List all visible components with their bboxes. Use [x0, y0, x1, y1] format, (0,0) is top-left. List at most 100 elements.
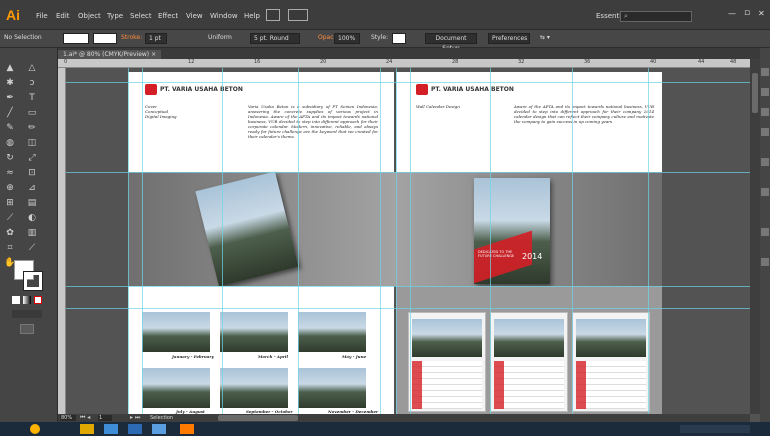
shape-builder-tool-icon[interactable]: ⊕: [4, 182, 16, 194]
panel-icon[interactable]: [761, 108, 769, 116]
guide-line[interactable]: [380, 68, 381, 414]
start-button-icon[interactable]: [30, 424, 40, 434]
symbol-sprayer-tool-icon[interactable]: ✿: [4, 227, 16, 239]
artboard-left-top[interactable]: PT. VARIA USAHA BETON Cover Conceptual D…: [128, 72, 394, 172]
minimize-button[interactable]: —: [728, 9, 736, 18]
panel-icon[interactable]: [761, 68, 769, 76]
gradient-tool-icon[interactable]: ▤: [26, 197, 38, 209]
panel-icon[interactable]: [761, 228, 769, 236]
eraser-tool-icon[interactable]: ◫: [26, 137, 38, 149]
menu-window[interactable]: Window: [210, 12, 238, 20]
scroll-thumb[interactable]: [218, 415, 298, 421]
rotate-tool-icon[interactable]: ↻: [4, 152, 16, 164]
perspective-grid-tool-icon[interactable]: ⊿: [26, 182, 38, 194]
pencil-tool-icon[interactable]: ✏: [26, 122, 38, 134]
color-mode-icon[interactable]: [12, 296, 20, 304]
guide-line[interactable]: [66, 308, 750, 309]
fill-swatch[interactable]: [63, 33, 89, 44]
close-tab-icon[interactable]: ×: [151, 51, 156, 58]
free-transform-tool-icon[interactable]: ⊡: [26, 167, 38, 179]
blend-tool-icon[interactable]: ◐: [26, 212, 38, 224]
guide-line[interactable]: [66, 172, 750, 173]
slice-tool-icon[interactable]: ⟋: [26, 242, 38, 254]
taskbar-app-icon[interactable]: [80, 424, 94, 434]
zoom-field[interactable]: 80%: [60, 415, 76, 421]
drawing-modes-icon[interactable]: [12, 310, 42, 318]
opacity-field[interactable]: 100%: [334, 33, 360, 44]
restore-button[interactable]: ▫: [744, 8, 750, 18]
menu-edit[interactable]: Edit: [56, 12, 70, 20]
magic-wand-tool-icon[interactable]: ✱: [4, 77, 16, 89]
screen-mode-icon[interactable]: [20, 324, 34, 334]
taskbar-app-icon[interactable]: [128, 424, 142, 434]
bridge-icon[interactable]: [266, 9, 280, 21]
stroke-swatch[interactable]: [93, 33, 117, 44]
selection-tool-icon[interactable]: ▲: [4, 62, 16, 74]
menu-effect[interactable]: Effect: [158, 12, 178, 20]
panel-icon[interactable]: [761, 158, 769, 166]
close-button[interactable]: ✕: [758, 9, 765, 18]
stroke-profile[interactable]: Uniform: [208, 34, 232, 41]
horizontal-scrollbar[interactable]: 80% ⏮ ◂ 1 ▸ ⏭ Selection: [58, 414, 750, 422]
panel-icon[interactable]: [761, 88, 769, 96]
guide-line[interactable]: [410, 68, 411, 414]
guide-line[interactable]: [142, 68, 143, 414]
line-tool-icon[interactable]: ╱: [4, 107, 16, 119]
panel-icon[interactable]: [761, 258, 769, 266]
mesh-tool-icon[interactable]: ⊞: [4, 197, 16, 209]
type-tool-icon[interactable]: T: [26, 92, 38, 104]
paintbrush-tool-icon[interactable]: ✎: [4, 122, 16, 134]
panel-icon[interactable]: [761, 128, 769, 136]
guide-line[interactable]: [222, 68, 223, 414]
taskbar-app-icon[interactable]: [152, 424, 166, 434]
menu-help[interactable]: Help: [244, 12, 260, 20]
artboard-right-bottom[interactable]: [396, 286, 662, 414]
gradient-mode-icon[interactable]: [23, 296, 31, 304]
scale-tool-icon[interactable]: ⤢: [26, 152, 38, 164]
guide-line[interactable]: [66, 82, 750, 83]
stroke-color-swatch[interactable]: [23, 271, 43, 291]
artboard-right-top[interactable]: PT. VARIA USAHA BETON Wall Calendar Desi…: [396, 72, 662, 172]
panel-icon[interactable]: [761, 188, 769, 196]
guide-line[interactable]: [298, 68, 299, 414]
brush-dropdown[interactable]: 5 pt. Round: [250, 33, 300, 44]
calendar-cover-photo[interactable]: DEDICATED TO THE FUTURE CHALLENGE 2014: [474, 178, 550, 284]
artboard-left-bottom[interactable]: January - February March - April May - J…: [128, 286, 394, 414]
guide-line[interactable]: [490, 68, 491, 414]
menu-object[interactable]: Object: [78, 12, 101, 20]
artboard-tool-icon[interactable]: ⌗: [4, 242, 16, 254]
direct-selection-tool-icon[interactable]: △: [26, 62, 38, 74]
none-mode-icon[interactable]: [34, 296, 42, 304]
artboard-nav-first-icon[interactable]: ⏮ ◂: [80, 414, 90, 422]
artboard-nav-next-icon[interactable]: ▸ ⏭: [130, 414, 140, 422]
menu-select[interactable]: Select: [130, 12, 152, 20]
preferences-button[interactable]: Preferences: [488, 33, 530, 44]
width-tool-icon[interactable]: ≈: [4, 167, 16, 179]
pen-tool-icon[interactable]: ✒: [4, 92, 16, 104]
document-setup-button[interactable]: Document Setup: [425, 33, 477, 52]
eyedropper-tool-icon[interactable]: ⟋: [4, 212, 16, 224]
arrange-documents-icon[interactable]: [288, 9, 308, 21]
taskbar-app-icon[interactable]: [104, 424, 118, 434]
blob-brush-tool-icon[interactable]: ◍: [4, 137, 16, 149]
canvas[interactable]: PT. VARIA USAHA BETON Cover Conceptual D…: [66, 68, 750, 414]
stroke-weight-field[interactable]: 1 pt: [145, 33, 167, 44]
stroke-label[interactable]: Stroke:: [121, 34, 142, 41]
guide-line[interactable]: [66, 286, 750, 287]
taskbar-illustrator-icon[interactable]: [180, 424, 194, 434]
column-graph-tool-icon[interactable]: ▥: [26, 227, 38, 239]
lasso-tool-icon[interactable]: ↄ: [26, 77, 38, 89]
guide-line[interactable]: [572, 68, 573, 414]
artboard-number-field[interactable]: 1: [98, 415, 112, 421]
guide-line[interactable]: [396, 68, 397, 414]
search-field[interactable]: [620, 11, 692, 22]
menu-type[interactable]: Type: [107, 12, 123, 20]
scroll-thumb[interactable]: [752, 73, 758, 113]
menu-view[interactable]: View: [186, 12, 203, 20]
guide-line[interactable]: [648, 68, 649, 414]
guide-line[interactable]: [128, 68, 129, 414]
menu-file[interactable]: File: [36, 12, 48, 20]
rectangle-tool-icon[interactable]: ▭: [26, 107, 38, 119]
align-icon[interactable]: ⇆ ▾: [540, 34, 550, 41]
document-tab[interactable]: 1.ai* @ 80% (CMYK/Preview) ×: [58, 50, 162, 59]
